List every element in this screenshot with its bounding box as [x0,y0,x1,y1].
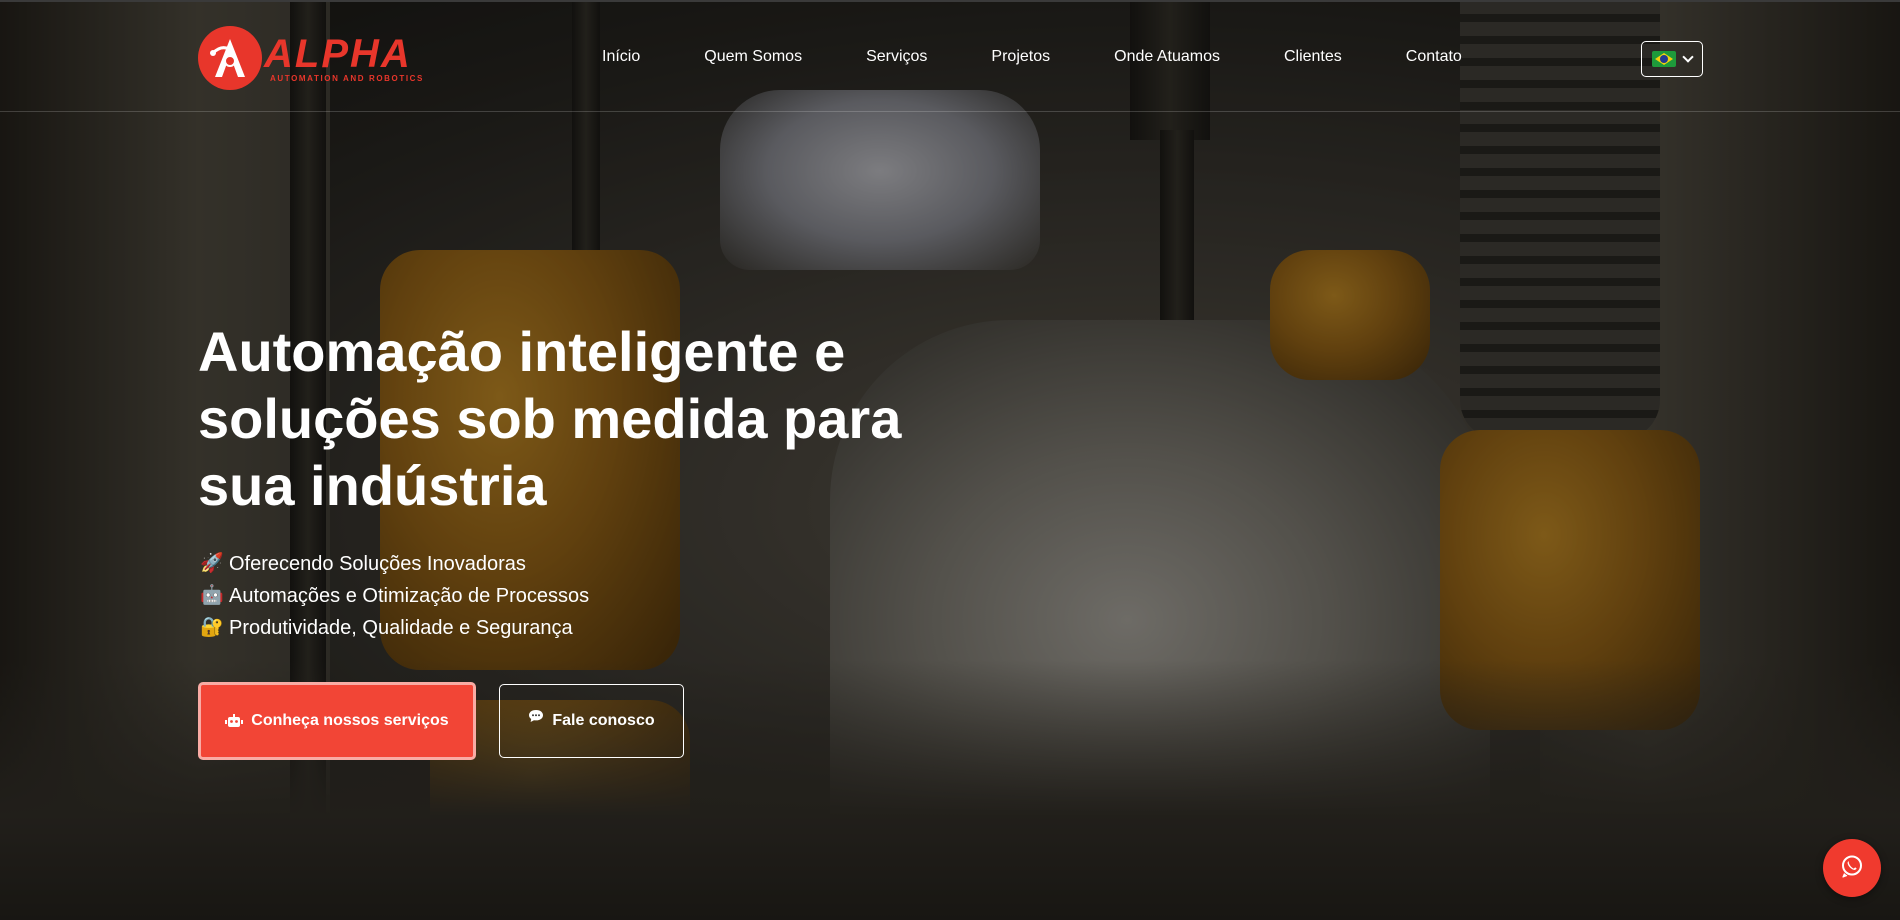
contact-button[interactable]: Fale conosco [499,684,684,758]
feature-list: 🚀 Oferecendo Soluções Inovadoras 🤖 Autom… [200,548,589,644]
nav-projetos[interactable]: Projetos [991,48,1050,66]
nav-servicos[interactable]: Serviços [866,48,927,66]
nav-inicio[interactable]: Início [602,48,640,66]
nav-quem-somos[interactable]: Quem Somos [704,48,802,66]
feature-item: 🤖 Automações e Otimização de Processos [200,580,589,612]
feature-text: Oferecendo Soluções Inovadoras [229,553,526,575]
site-header: ALPHA AUTOMATION AND ROBOTICS Início Que… [0,0,1900,112]
robot-icon [225,714,244,728]
nav-clientes[interactable]: Clientes [1284,48,1342,66]
chevron-down-icon [1682,51,1694,63]
feature-item: 🔐 Produtividade, Qualidade e Segurança [200,612,589,644]
nav-contato[interactable]: Contato [1406,48,1462,66]
brand-tagline: AUTOMATION AND ROBOTICS [270,73,424,83]
brazil-flag-icon [1652,51,1676,67]
chat-icon [528,709,544,723]
services-button[interactable]: Conheça nossos serviços [198,682,476,760]
lock-icon: 🔐 [200,617,224,638]
hero-title: Automação inteligente e soluções sob med… [198,320,902,517]
feature-text: Automações e Otimização de Processos [229,585,590,607]
feature-item: 🚀 Oferecendo Soluções Inovadoras [200,548,589,580]
robot-icon: 🤖 [200,585,224,606]
robot-arm-logo-icon [198,26,262,90]
brand-logo[interactable]: ALPHA AUTOMATION AND ROBOTICS [198,26,424,90]
language-select[interactable] [1641,41,1703,77]
whatsapp-button[interactable] [1823,839,1881,897]
feature-text: Produtividade, Qualidade e Segurança [229,617,573,639]
main-nav: Início Quem Somos Serviços Projetos Onde… [602,48,1462,66]
services-button-label: Conheça nossos serviços [251,712,449,729]
contact-button-label: Fale conosco [552,712,655,729]
rocket-icon: 🚀 [200,553,224,574]
whatsapp-icon [1839,853,1865,884]
hero-section: ALPHA AUTOMATION AND ROBOTICS Início Que… [0,0,1900,920]
nav-onde-atuamos[interactable]: Onde Atuamos [1114,48,1220,66]
brand-name: ALPHA [264,31,412,76]
